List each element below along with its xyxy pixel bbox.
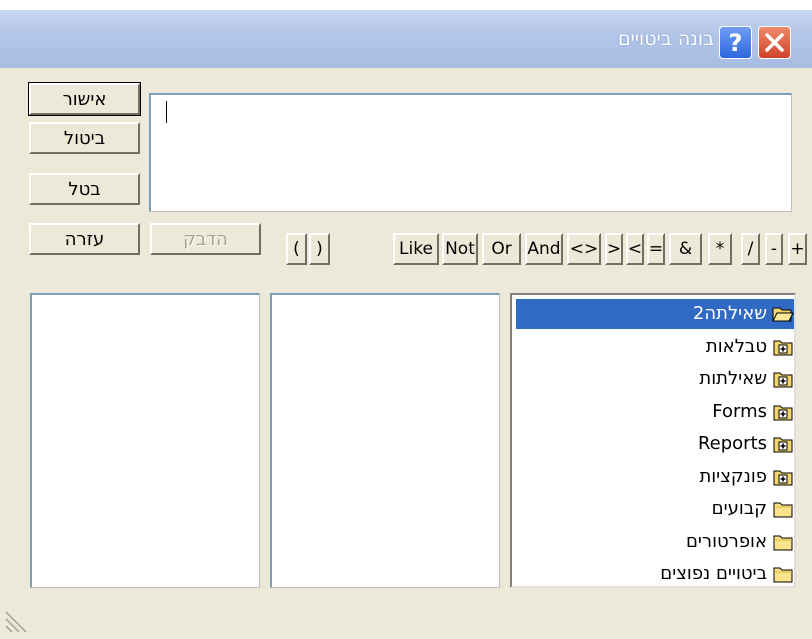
window-title: בונה ביטויים: [617, 28, 714, 50]
paste-button[interactable]: הדבק: [150, 223, 261, 255]
tree-item-label: שאילתות: [699, 368, 767, 389]
operator-button[interactable]: >: [605, 233, 623, 265]
tree-item[interactable]: Reports: [516, 429, 794, 459]
tree-item-label: אופרטורים: [685, 530, 767, 552]
tree-item[interactable]: Forms: [516, 397, 794, 427]
element-categories-list[interactable]: [270, 293, 500, 588]
tree-item[interactable]: קבועים: [516, 494, 794, 524]
expand-folder-icon: [773, 470, 793, 485]
folder-icon: [773, 502, 793, 518]
tree-item[interactable]: טבלאות: [516, 332, 794, 362]
background-strip: [0, 0, 812, 10]
expand-folder-icon: [773, 405, 793, 420]
expression-input[interactable]: [149, 93, 792, 212]
tree-item[interactable]: אופרטורים: [516, 527, 794, 557]
operator-button[interactable]: <>: [567, 233, 601, 265]
operator-button[interactable]: (: [286, 233, 307, 265]
help-button[interactable]: עזרה: [29, 223, 140, 255]
tree-item-label: שאילתה2: [692, 303, 767, 324]
operator-button[interactable]: -: [765, 233, 783, 265]
operator-button[interactable]: Or: [482, 233, 521, 265]
folder-icon: [773, 535, 793, 550]
tree-item[interactable]: שאילתות: [516, 364, 794, 394]
ok-button[interactable]: אישור: [28, 82, 141, 116]
operator-button[interactable]: <: [626, 233, 644, 265]
operator-button[interactable]: ): [309, 233, 330, 265]
operator-button[interactable]: &: [669, 233, 702, 265]
tree-item-label: טבלאות: [705, 335, 767, 357]
operator-button[interactable]: Like: [393, 233, 439, 265]
tree-item[interactable]: פונקציות: [516, 462, 794, 492]
expand-folder-icon: [773, 372, 793, 388]
expression-builder-dialog: בונה ביטויים ? אישור ביטול בטל עזרה הדבק…: [0, 10, 812, 639]
help-icon[interactable]: ?: [719, 26, 752, 59]
cancel-button[interactable]: ביטול: [29, 122, 140, 154]
tree-item-label: Reports: [697, 433, 767, 454]
text-caret: [166, 101, 167, 123]
expand-folder-icon: [773, 340, 793, 355]
operator-button[interactable]: /: [741, 233, 760, 265]
tree-item[interactable]: ביטויים נפוצים: [516, 559, 794, 589]
operator-button[interactable]: +: [788, 233, 807, 265]
resize-grip-icon[interactable]: [4, 610, 28, 634]
operator-button[interactable]: =: [647, 233, 665, 265]
undo-button[interactable]: בטל: [29, 173, 140, 205]
tree-item-label: קבועים: [711, 498, 767, 519]
close-icon[interactable]: [758, 26, 791, 59]
open-folder-icon: [772, 307, 794, 322]
tree-item-label: Forms: [712, 400, 767, 422]
element-tree[interactable]: שאילתה2 טבלאות שאילתות Forms Reports פונקציות…: [510, 293, 796, 588]
element-values-list[interactable]: [30, 293, 260, 588]
operator-button[interactable]: Not: [442, 233, 478, 265]
tree-item[interactable]: שאילתה2: [516, 299, 794, 329]
expand-folder-icon: [773, 437, 793, 453]
tree-item-label: פונקציות: [699, 465, 767, 487]
operator-button[interactable]: And: [525, 233, 563, 265]
folder-icon: [773, 567, 793, 583]
tree-item-label: ביטויים נפוצים: [660, 563, 767, 584]
title-bar[interactable]: בונה ביטויים ?: [0, 10, 812, 68]
operator-button[interactable]: *: [708, 233, 732, 265]
